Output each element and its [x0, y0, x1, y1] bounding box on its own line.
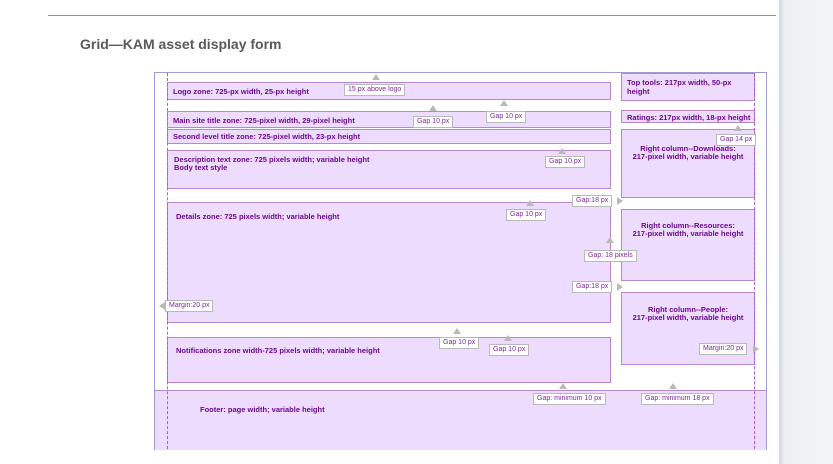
callout-gap-10px: Gap 10 px [486, 111, 527, 123]
top-tools-zone-label: Top tools: 217px width, 50-px height [627, 78, 732, 96]
callout-pointer [734, 125, 742, 131]
callout-pointer [753, 345, 759, 353]
callout-margin-20px-right: Margin:20 px [699, 343, 748, 355]
callout-pointer [372, 74, 380, 80]
callout-gap-18-pixels: Gap: 18 pixels [584, 250, 637, 262]
callout-gap-14px: Gap 14 px [716, 134, 757, 146]
callout-gap-18px: Gap:18 px [572, 195, 613, 207]
callout-pointer [429, 105, 437, 111]
people-zone-size-label: 217-pixel width, variable height [632, 313, 744, 322]
main-site-title-zone-label: Main site title zone: 725-pixel width, 2… [173, 116, 355, 125]
callout-15px-above-logo: 15 px above logo [344, 84, 406, 96]
callout-gap-minimum-18px: Gap: minimum 18 px [641, 393, 714, 405]
callout-gap-10px: Gap 10 px [506, 209, 547, 221]
notifications-zone-label: Notifications zone width-725 pixels widt… [176, 346, 380, 355]
footer-zone-label: Footer: page width; variable height [200, 405, 325, 414]
callout-gap-10px: Gap 10 px [489, 344, 530, 356]
ratings-zone: Ratings: 217px width, 18-px height [621, 110, 755, 123]
description-body-style-label: Body text style [174, 163, 228, 172]
callout-pointer [526, 200, 534, 206]
left-margin-guide [167, 73, 168, 449]
callout-pointer [617, 283, 623, 291]
callout-pointer [617, 197, 623, 205]
downloads-zone-size-label: 217-pixel width, variable height [632, 152, 744, 161]
grid-diagram: Footer: page width; variable height Logo… [154, 72, 767, 450]
callout-pointer [500, 100, 508, 106]
callout-gap-10px: Gap 10 px [439, 337, 480, 349]
callout-pointer [606, 237, 614, 243]
callout-pointer [504, 335, 512, 341]
callout-gap-minimum-10px: Gap: minimum 10 px [533, 393, 606, 405]
second-level-title-zone-label: Second level title zone: 725-pixel width… [173, 132, 361, 141]
callout-pointer [453, 328, 461, 334]
main-site-title-zone: Main site title zone: 725-pixel width, 2… [167, 111, 611, 128]
page-title: Grid—KAM asset display form [80, 36, 282, 52]
second-level-title-zone: Second level title zone: 725-pixel width… [167, 129, 611, 144]
callout-pointer [669, 383, 677, 389]
callout-pointer [559, 383, 567, 389]
details-zone-label: Details zone: 725 pixels width; variable… [176, 212, 340, 221]
resources-zone-size-label: 217-pixel width, variable height [632, 229, 744, 238]
callout-margin-20px-left: Margin:20 px [165, 300, 214, 312]
header-rule [48, 15, 776, 16]
callout-pointer [558, 148, 566, 154]
top-tools-zone: Top tools: 217px width, 50-px height [621, 73, 755, 101]
logo-zone-label: Logo zone: 725-px width, 25-px height [173, 87, 309, 96]
callout-gap-10px: Gap 10 px [413, 116, 454, 128]
right-column-resources-zone: Right column--Resources: 217-pixel width… [621, 209, 755, 281]
callout-gap-18px: Gap:18 px [572, 281, 613, 293]
callout-gap-10px: Gap 10 px [545, 156, 586, 168]
notifications-zone: Notifications zone width-725 pixels widt… [167, 337, 611, 383]
ratings-zone-label: Ratings: 217px width, 18-px height [627, 113, 751, 122]
window-edge-shadow [779, 0, 833, 464]
right-margin-guide [754, 73, 755, 449]
